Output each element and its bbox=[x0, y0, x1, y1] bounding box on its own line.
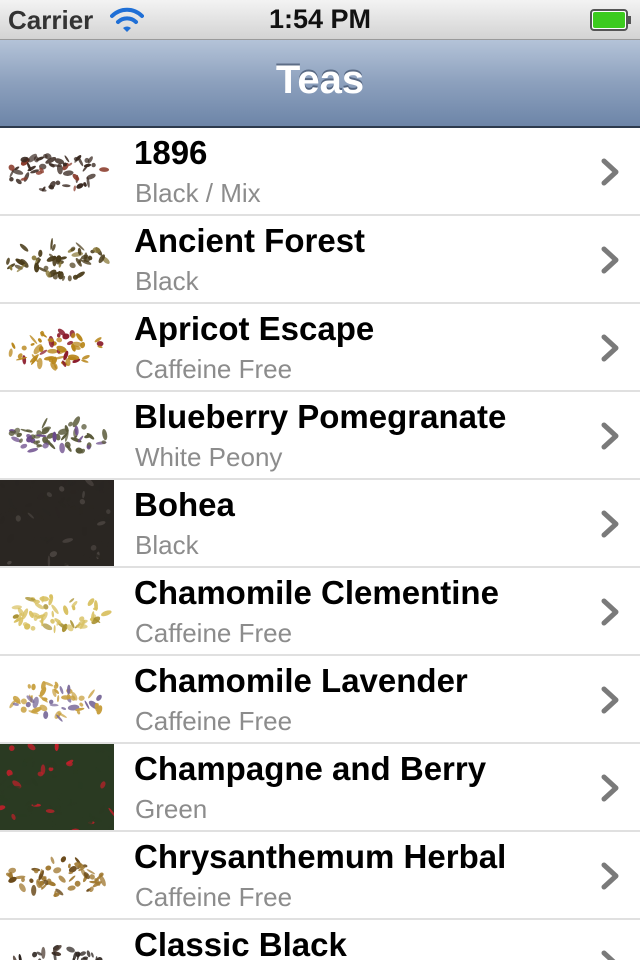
tea-name: Apricot Escape bbox=[134, 310, 375, 347]
nav-title: Teas bbox=[275, 58, 365, 102]
tea-type: Caffeine Free bbox=[135, 706, 293, 736]
tea-thumbnail bbox=[0, 656, 114, 742]
tea-thumbnail bbox=[0, 832, 114, 918]
status-time: 1:54 PM bbox=[268, 4, 372, 34]
list-item[interactable]: 1896 Black / Mix bbox=[0, 128, 640, 216]
tea-thumbnail bbox=[0, 216, 114, 302]
chevron-right-icon[interactable] bbox=[600, 686, 622, 714]
tea-name: Bohea bbox=[134, 486, 235, 523]
chevron-right-icon[interactable] bbox=[600, 246, 622, 274]
list-item[interactable]: Chrysanthemum Herbal Caffeine Free bbox=[0, 832, 640, 920]
list-item[interactable]: Blueberry Pomegranate White Peony bbox=[0, 392, 640, 480]
tea-type: Green bbox=[135, 794, 208, 824]
list-item[interactable]: Chamomile Clementine Caffeine Free bbox=[0, 568, 640, 656]
tea-name: Chamomile Lavender bbox=[134, 662, 468, 699]
chevron-right-icon[interactable] bbox=[600, 950, 622, 960]
navigation-bar: Teas bbox=[0, 40, 640, 128]
chevron-right-icon[interactable] bbox=[600, 510, 622, 538]
tea-type: White Peony bbox=[135, 442, 283, 472]
tea-type: Caffeine Free bbox=[135, 354, 293, 384]
tea-name: Ancient Forest bbox=[134, 222, 366, 259]
tea-thumbnail bbox=[0, 392, 114, 478]
tea-name: Classic Black bbox=[134, 926, 347, 960]
list-item[interactable]: Bohea Black bbox=[0, 480, 640, 568]
battery-icon bbox=[590, 9, 632, 31]
tea-thumbnail bbox=[0, 920, 114, 960]
tea-thumbnail bbox=[0, 128, 114, 214]
tea-type: Black bbox=[135, 266, 199, 296]
tea-type: Caffeine Free bbox=[135, 882, 293, 912]
list-item[interactable]: Apricot Escape Caffeine Free bbox=[0, 304, 640, 392]
tea-name: Champagne and Berry bbox=[134, 750, 487, 787]
tea-list[interactable]: 1896 Black / Mix Ancient Forest Black Aprico… bbox=[0, 128, 640, 960]
chevron-right-icon[interactable] bbox=[600, 774, 622, 802]
chevron-right-icon[interactable] bbox=[600, 334, 622, 362]
list-item[interactable]: Ancient Forest Black bbox=[0, 216, 640, 304]
tea-thumbnail bbox=[0, 480, 114, 566]
tea-thumbnail bbox=[0, 568, 114, 654]
chevron-right-icon[interactable] bbox=[600, 598, 622, 626]
status-bar: Carrier 1:54 PM bbox=[0, 0, 640, 40]
tea-type: Caffeine Free bbox=[135, 618, 293, 648]
list-item[interactable]: Classic BlackBlack bbox=[0, 920, 640, 960]
chevron-right-icon[interactable] bbox=[600, 422, 622, 450]
tea-name: Chamomile Clementine bbox=[134, 574, 499, 611]
list-item[interactable]: Champagne and Berry Green bbox=[0, 744, 640, 832]
tea-thumbnail bbox=[0, 304, 114, 390]
chevron-right-icon[interactable] bbox=[600, 862, 622, 890]
tea-name: Blueberry Pomegranate bbox=[134, 398, 507, 435]
chevron-right-icon[interactable] bbox=[600, 158, 622, 186]
list-item[interactable]: Chamomile Lavender Caffeine Free bbox=[0, 656, 640, 744]
tea-type: Black / Mix bbox=[135, 178, 261, 208]
tea-name: 1896 bbox=[134, 134, 208, 171]
tea-thumbnail bbox=[0, 744, 114, 830]
tea-name: Chrysanthemum Herbal bbox=[134, 838, 507, 875]
tea-type: Black bbox=[135, 530, 199, 560]
